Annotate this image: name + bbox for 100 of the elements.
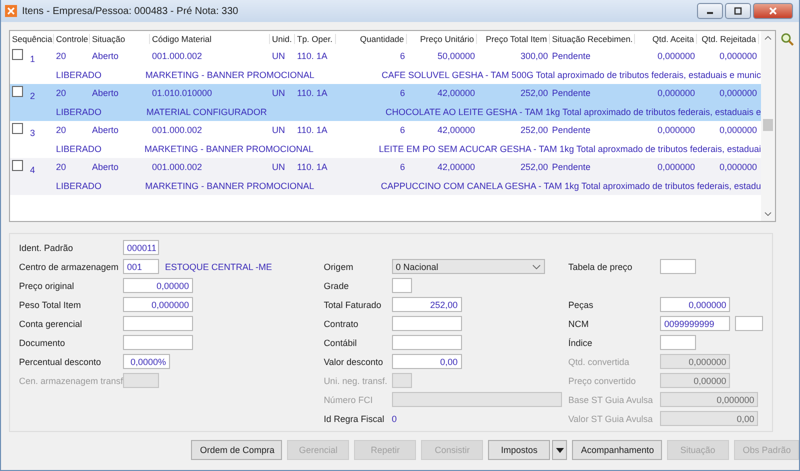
table-cell-text: 0,000000: [656, 162, 696, 172]
table-cell-text: UN: [271, 51, 286, 61]
maximize-button[interactable]: [725, 3, 751, 19]
table-cell-text: LIBERADO: [55, 70, 103, 80]
caret-icon: [556, 448, 564, 452]
dropdown-button[interactable]: [552, 440, 568, 460]
table-cell-text: 110. 1A: [296, 125, 328, 135]
field-label: Contábil: [324, 338, 358, 348]
action-button[interactable]: Acompanhamento: [572, 440, 662, 460]
field-label: Número FCI: [324, 394, 374, 404]
input-field[interactable]: 0,000000: [660, 297, 730, 312]
table-cell-text: UN: [271, 162, 286, 172]
input-field[interactable]: 0099999999: [660, 316, 730, 331]
column-header[interactable]: Situação: [90, 34, 150, 44]
chevron-down-icon: [532, 264, 541, 270]
field-label: Ident. Padrão: [19, 242, 74, 252]
dropdown[interactable]: 0 Nacional: [392, 259, 545, 274]
table-cell-text: Aberto: [91, 162, 120, 172]
table-cell-text: 110. 1A: [296, 88, 328, 98]
table-cell: CHOCOLATE AO LEITE GESHA - TAM 1kg Total aproximado de tributos federais, estaduais e: [386, 106, 761, 116]
input-field[interactable]: [123, 316, 193, 331]
table-cell-text: MARKETING - BANNER PROMOCIONAL: [145, 70, 316, 80]
table-cell-text: UN: [271, 125, 286, 135]
input-field[interactable]: 0,00: [392, 354, 462, 369]
scroll-down-icon[interactable]: [764, 211, 772, 217]
table-row[interactable]: [10, 158, 761, 195]
table-cell-text: 6: [398, 162, 406, 172]
column-header[interactable]: Unid.: [270, 34, 295, 44]
row-checkbox[interactable]: [12, 123, 23, 134]
table-cell-text: MARKETING - BANNER PROMOCIONAL: [144, 144, 315, 154]
table-cell: 4: [30, 165, 36, 175]
table-cell-text: 20: [55, 125, 68, 135]
minimize-button[interactable]: [697, 3, 723, 19]
input-field[interactable]: 0,000000: [123, 297, 193, 312]
table-cell: 3: [30, 128, 36, 138]
table-cell-text: UN: [271, 88, 286, 98]
table-cell-text: Aberto: [91, 88, 120, 98]
field-label: Peças: [568, 300, 594, 310]
input-field[interactable]: [392, 335, 462, 350]
table-cell-text: 0,000000: [718, 51, 758, 61]
row-checkbox[interactable]: [12, 49, 23, 60]
field-label: Qtd. convertida: [568, 356, 630, 366]
scrollbar-thumb[interactable]: [763, 119, 773, 131]
field-label: Cen. armazenagem transf: [19, 376, 123, 386]
app-icon: [5, 5, 17, 17]
row-checkbox[interactable]: [12, 86, 23, 97]
column-header[interactable]: Preço Unitário: [407, 34, 477, 44]
field-label: Origem: [324, 262, 354, 272]
action-button[interactable]: Impostos: [488, 440, 550, 460]
input-field[interactable]: 000011: [123, 240, 159, 255]
column-header[interactable]: Sequência: [10, 34, 54, 44]
table-cell-text: LIBERADO: [55, 180, 103, 190]
table-cell-text: 6: [398, 125, 406, 135]
column-header[interactable]: Tp. Oper.: [295, 34, 336, 44]
table-cell: 2: [30, 91, 36, 101]
column-header[interactable]: Qtd. Rejeitada: [697, 34, 759, 44]
table-cell-text: 20: [55, 162, 68, 172]
field-label: Documento: [19, 338, 66, 348]
field-label: Uni. neg. transf.: [324, 376, 388, 386]
field-label: Total Faturado: [324, 300, 382, 310]
row-checkbox[interactable]: [12, 160, 23, 171]
field-label: Tabela de preço: [568, 262, 634, 272]
input-field[interactable]: [392, 316, 462, 331]
close-button[interactable]: [753, 3, 793, 19]
input-field[interactable]: 0,0000%: [123, 354, 170, 369]
input-field[interactable]: [660, 259, 696, 274]
table-cell-text: 001.000.002: [151, 162, 204, 172]
field-label: Peso Total Item: [19, 300, 82, 310]
column-header[interactable]: Quantidade: [336, 34, 407, 44]
scrollbar[interactable]: [761, 31, 775, 221]
column-header[interactable]: Qtd. Aceita: [635, 34, 697, 44]
field-label: Índice: [568, 338, 594, 348]
input-field[interactable]: [735, 316, 764, 331]
input-field[interactable]: 0,00000: [123, 278, 193, 293]
input-field[interactable]: 001: [123, 259, 159, 274]
field-label: Base ST Guia Avulsa: [568, 394, 654, 404]
action-button[interactable]: Ordem de Compra: [191, 440, 282, 460]
scroll-up-icon[interactable]: [764, 35, 772, 41]
table-cell-text: 42,00000: [436, 162, 476, 172]
column-header[interactable]: Preço Total Item: [477, 34, 550, 44]
field-label: Id Regra Fiscal: [324, 414, 386, 424]
column-header[interactable]: Controle: [54, 34, 90, 44]
field-label: Percentual desconto: [19, 356, 102, 366]
field-label: Contrato: [324, 318, 360, 328]
input-field[interactable]: [392, 278, 412, 293]
table-cell-text: 110. 1A: [296, 162, 328, 172]
input-field[interactable]: [660, 335, 696, 350]
table-cell-text: 0,000000: [656, 51, 696, 61]
field-label: Conta gerencial: [19, 318, 84, 328]
search-icon[interactable]: [780, 32, 794, 46]
table-cell-text: 6: [398, 88, 406, 98]
field-label: Preço convertido: [568, 376, 637, 386]
column-header[interactable]: Situação Recebimen.: [550, 34, 635, 44]
table-cell-text: Aberto: [91, 125, 120, 135]
column-header[interactable]: Código Material: [150, 34, 270, 44]
table-cell-text: 0,000000: [656, 88, 696, 98]
table-cell-text: MARKETING - BANNER PROMOCIONAL: [145, 180, 316, 190]
input-field[interactable]: [123, 335, 193, 350]
table-row[interactable]: 2 20 Aberto 01.010.010000 UN 110. 1A 6 42,00000 252,00 Pendente 0,000000 0,000000 LIBERADO MATERIAL CONFIGURADOR CHOCOLATE AO LEITE GESHA - TAM 1kg Total aproximado de tributos federais, estaduais e: [10, 84, 761, 121]
input-field[interactable]: 252,00: [392, 297, 462, 312]
